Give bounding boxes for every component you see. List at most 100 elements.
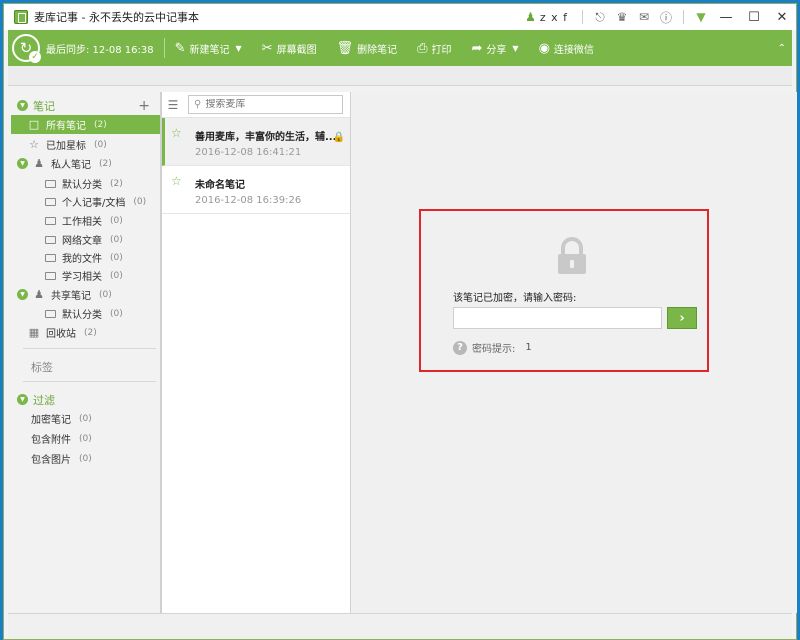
expand-icon[interactable]: ▼ (17, 289, 28, 300)
star-icon[interactable]: ☆ (171, 126, 182, 140)
sidebar-item-count: (0) (94, 139, 107, 150)
sidebar-item-count: (0) (110, 270, 123, 281)
hint-value: 1 (525, 342, 532, 353)
sidebar-item-folder[interactable]: 个人记事/文档 (0) (11, 192, 160, 211)
sidebar-item-folder[interactable]: 学习相关 (0) (11, 266, 160, 285)
sidebar-divider (23, 381, 156, 382)
toolbar-spacer (8, 66, 792, 86)
sidebar-section-notes[interactable]: ▼ 笔记 + (11, 96, 160, 115)
sidebar-item-filter[interactable]: 加密笔记 (0) (11, 409, 160, 428)
new-note-label: 新建笔记 (189, 44, 230, 56)
sidebar-item-count: (0) (133, 196, 147, 207)
sidebar-item-trash[interactable]: ▦ 回收站 (2) (11, 323, 160, 342)
document-icon: □ (28, 118, 40, 131)
sidebar-item-folder[interactable]: 默认分类 (0) (11, 304, 160, 323)
share-arrow-icon: ➦ (471, 40, 483, 56)
maximize-button[interactable]: ☐ (740, 4, 768, 30)
password-hint: ? 密码提示: 1 (453, 340, 532, 355)
sidebar-item-label: 已加星标 (46, 141, 86, 152)
expand-icon[interactable]: ▼ (17, 394, 28, 405)
add-notebook-icon[interactable]: + (138, 98, 150, 114)
connect-wechat-button[interactable]: ◉ 连接微信 (539, 41, 594, 56)
info-icon[interactable]: ⓘ (655, 6, 677, 28)
wechat-label: 连接微信 (553, 44, 594, 56)
sidebar-item-label: 包含图片 (31, 455, 71, 466)
sidebar-item-filter[interactable]: 包含图片 (0) (11, 449, 160, 468)
minimize-button[interactable]: — (712, 4, 740, 30)
sidebar-item-count: (0) (110, 215, 123, 226)
folder-icon (45, 179, 56, 188)
sync-button[interactable]: ↻ ✓ (12, 34, 41, 63)
note-title: 善用麦库，丰富你的生活，辅... (195, 132, 335, 143)
sidebar-item-shared-notes[interactable]: ▼ ♟ 共享笔记 (0) (11, 285, 160, 304)
sidebar-item-count: (0) (99, 289, 112, 300)
sidebar-item-count: (0) (79, 413, 92, 424)
title-controls: ♟ z x f ⎋ ♛ ✉ ⓘ ▼ — ☐ ✕ (525, 4, 796, 30)
feedback-icon[interactable]: ✉ (633, 6, 655, 28)
sidebar-item-label: 共享笔记 (51, 291, 91, 302)
screenshot-button[interactable]: ✂ 屏幕截图 (262, 41, 317, 56)
expand-icon[interactable]: ▼ (17, 158, 28, 169)
expand-icon[interactable]: ▼ (17, 100, 28, 111)
search-box[interactable]: ⚲ (188, 95, 343, 114)
chevron-down-icon[interactable]: ▼ (512, 44, 518, 53)
sidebar-item-label: 默认分类 (62, 180, 102, 191)
search-icon: ⚲ (194, 99, 202, 110)
trash-icon: 🗑 (336, 40, 354, 56)
sidebar-item-starred[interactable]: ☆ 已加星标 (0) (11, 135, 160, 154)
sidebar-item-label: 个人记事/文档 (62, 198, 126, 209)
menu-dropdown-icon[interactable]: ▼ (690, 6, 712, 28)
wechat-icon: ◉ (538, 40, 550, 56)
person-icon: ♟ (34, 157, 44, 170)
tags-header: 标签 (31, 360, 53, 374)
print-button[interactable]: ⎙ 打印 (417, 41, 451, 56)
star-icon: ☆ (29, 138, 39, 151)
sidebar-divider (23, 348, 156, 349)
user-name: z x f (539, 10, 568, 24)
sidebar-section-filter[interactable]: ▼ 过滤 (11, 390, 160, 409)
delete-note-label: 删除笔记 (357, 44, 398, 56)
star-icon[interactable]: ☆ (171, 174, 182, 188)
sidebar-item-label: 我的文件 (62, 254, 102, 265)
note-content-pane: 该笔记已加密，请输入密码: › ? 密码提示: 1 (352, 92, 797, 613)
sidebar-item-count: (0) (110, 308, 123, 319)
sidebar-item-count: (0) (110, 252, 123, 263)
password-field[interactable] (453, 307, 662, 329)
sidebar-item-folder[interactable]: 我的文件 (0) (11, 248, 160, 267)
sidebar-item-filter[interactable]: 包含附件 (0) (11, 429, 160, 448)
submit-password-button[interactable]: › (667, 307, 697, 329)
sidebar-item-folder[interactable]: 网络文章 (0) (11, 230, 160, 249)
delete-note-button[interactable]: 🗑 删除笔记 (337, 41, 398, 56)
search-input[interactable] (205, 99, 326, 110)
upload-icon[interactable]: ⎋ (589, 6, 611, 28)
filter-header: 过滤 (33, 393, 55, 407)
skin-icon[interactable]: ♛ (611, 6, 633, 28)
sidebar: ▼ 笔记 + □ 所有笔记 (2) ☆ 已加星标 (0) ▼ ♟ 私人笔记 (2… (11, 92, 161, 613)
sidebar-item-all-notes[interactable]: □ 所有笔记 (2) (11, 115, 160, 134)
question-icon: ? (453, 340, 467, 355)
last-sync-text: 最后同步: 12-08 16:38 (46, 44, 154, 56)
close-button[interactable]: ✕ (768, 4, 796, 30)
user-account[interactable]: ♟ z x f (525, 10, 568, 24)
note-list-header: ☰ ⚲ (162, 92, 350, 118)
share-button[interactable]: ➦ 分享 ▼ (472, 41, 519, 56)
sidebar-item-folder[interactable]: 默认分类 (2) (11, 174, 160, 193)
note-list-item[interactable]: ☆ 善用麦库，丰富你的生活，辅... 2016-12-08 16:41:21 🔒 (162, 118, 350, 166)
collapse-toolbar-icon[interactable]: ⌃ (778, 43, 786, 54)
note-date: 2016-12-08 16:41:21 (195, 147, 302, 158)
sidebar-section-tags[interactable]: 标签 (11, 357, 160, 376)
title-bar: 麦库记事 - 永不丢失的云中记事本 ♟ z x f ⎋ ♛ ✉ ⓘ ▼ — ☐ … (4, 4, 796, 30)
note-list-item[interactable]: ☆ 未命名笔记 2016-12-08 16:39:26 (162, 166, 350, 214)
new-note-button[interactable]: ✎ 新建笔记 ▼ (175, 41, 242, 56)
sync-check-icon: ✓ (29, 51, 41, 63)
sidebar-item-private-notes[interactable]: ▼ ♟ 私人笔记 (2) (11, 154, 160, 173)
chevron-down-icon[interactable]: ▼ (236, 44, 242, 53)
note-title: 未命名笔记 (195, 180, 245, 191)
list-view-icon[interactable]: ☰ (162, 98, 184, 112)
edit-icon: ✎ (174, 40, 186, 56)
folder-icon (45, 309, 56, 318)
sidebar-item-count: (2) (94, 119, 107, 130)
folder-icon (45, 235, 56, 244)
sidebar-item-count: (2) (84, 327, 97, 338)
sidebar-item-folder[interactable]: 工作相关 (0) (11, 211, 160, 230)
